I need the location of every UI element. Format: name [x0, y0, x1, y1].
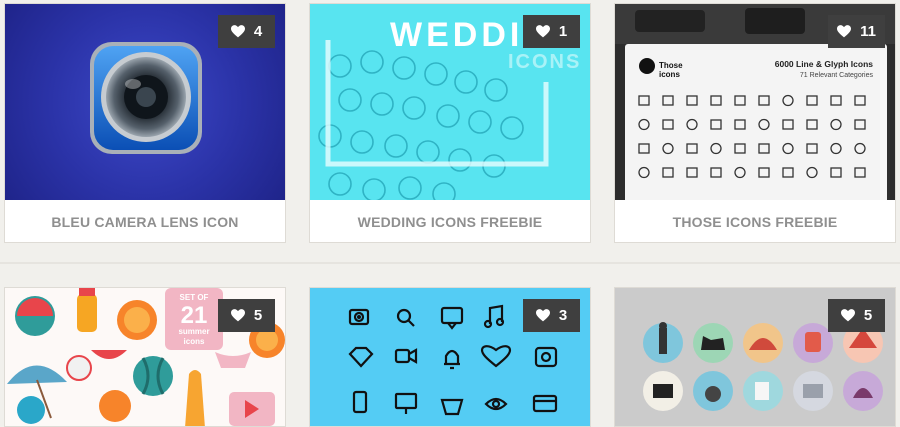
like-count: 5 — [863, 307, 873, 324]
thumbnail-camera-lens[interactable]: 4 — [5, 4, 285, 200]
like-count: 1 — [558, 23, 568, 40]
like-count: 3 — [558, 307, 568, 324]
card-blue-glyph-icons[interactable]: 3 — [309, 287, 591, 427]
card-title[interactable]: BLEU CAMERA LENS ICON — [5, 200, 285, 242]
card-those-icons-freebie[interactable]: Those icons 6000 Line & Glyph Icons 71 R… — [614, 3, 896, 243]
like-count-badge[interactable]: 1 — [523, 15, 580, 48]
card-summer-icons[interactable]: SET OF 21 summer icons 5 — [4, 287, 286, 427]
like-count: 5 — [253, 307, 263, 324]
like-count-badge[interactable]: 5 — [828, 299, 885, 332]
those-icons-brand-line1: Those — [659, 61, 683, 70]
summer-badge-top: SET OF — [180, 293, 209, 302]
card-wedding-icons-freebie[interactable]: WEDDI ICONS 1 WEDDING ICONS FREEBIE — [309, 3, 591, 243]
heart-icon — [230, 25, 245, 38]
summer-badge-number: 21 — [181, 302, 208, 329]
card-circle-flat-icons[interactable]: 5 — [614, 287, 896, 427]
those-icons-brand-line2: icons — [659, 70, 680, 79]
thumbnail-summer-icons[interactable]: SET OF 21 summer icons 5 — [5, 288, 285, 426]
like-count: 11 — [860, 23, 876, 40]
thumbnail-circle-flat-icons[interactable]: 5 — [615, 288, 895, 426]
like-count-badge[interactable]: 11 — [828, 15, 885, 48]
wedding-headline-text: WEDDI — [390, 16, 523, 54]
summer-badge-line2: icons — [184, 337, 205, 346]
thumbnail-wedding-icons[interactable]: WEDDI ICONS 1 — [310, 4, 590, 200]
heart-icon — [535, 25, 550, 38]
thumbnail-those-icons[interactable]: Those icons 6000 Line & Glyph Icons 71 R… — [615, 4, 895, 200]
row-divider — [0, 262, 900, 264]
summer-badge-line1: summer — [178, 327, 209, 336]
heart-icon — [840, 309, 855, 322]
card-bleu-camera-lens[interactable]: 4 BLEU CAMERA LENS ICON — [4, 3, 286, 243]
heart-icon — [535, 309, 550, 322]
like-count-badge[interactable]: 4 — [218, 15, 275, 48]
heart-icon — [837, 25, 852, 38]
card-title[interactable]: THOSE ICONS FREEBIE — [615, 200, 895, 242]
like-count: 4 — [253, 23, 263, 40]
card-title[interactable]: WEDDING ICONS FREEBIE — [310, 200, 590, 242]
like-count-badge[interactable]: 3 — [523, 299, 580, 332]
thumbnail-blue-glyph-icons[interactable]: 3 — [310, 288, 590, 426]
those-icons-subline: 71 Relevant Categories — [800, 72, 874, 79]
heart-icon — [230, 309, 245, 322]
like-count-badge[interactable]: 5 — [218, 299, 275, 332]
wedding-sub-text: ICONS — [508, 51, 581, 73]
those-icons-headline: 6000 Line & Glyph Icons — [775, 59, 874, 69]
